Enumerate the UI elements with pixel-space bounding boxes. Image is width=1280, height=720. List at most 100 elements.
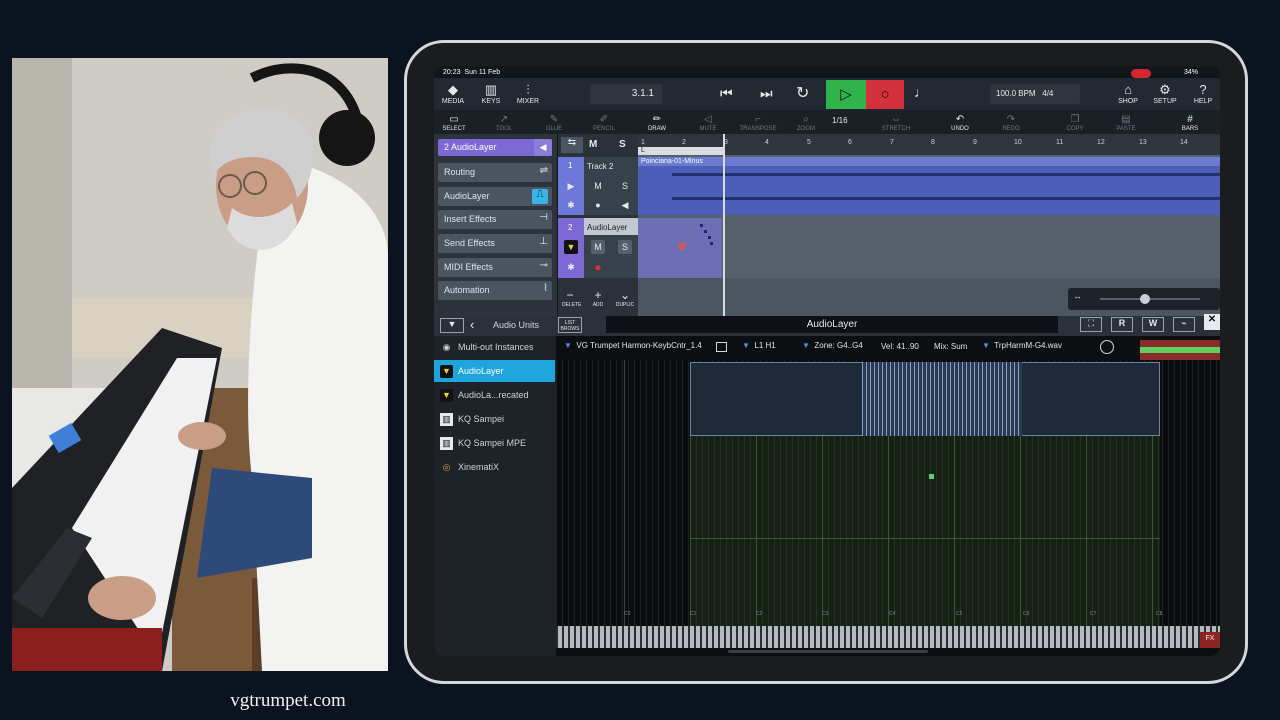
midi-note <box>710 242 713 245</box>
insert-effects-button[interactable]: Insert Effects ⊣ <box>438 210 552 229</box>
media-button[interactable]: ◆ MEDIA <box>436 82 470 105</box>
automation-curve-icon[interactable]: ⌁ <box>1173 317 1195 332</box>
panel-toggle-icon[interactable]: ▼ <box>440 318 464 333</box>
playhead[interactable] <box>723 134 725 316</box>
track-view-icon[interactable]: ⇆ <box>561 137 583 153</box>
octave-label: C7 <box>1090 611 1097 617</box>
pencil-tool[interactable]: ✐ PENCIL <box>584 114 624 132</box>
record-button[interactable]: ○ <box>866 80 904 109</box>
recording-indicator <box>1131 69 1151 78</box>
layer-selector[interactable]: ▼ L1 H1 <box>742 341 776 350</box>
track-1-monitor-icon[interactable]: ▶ <box>564 179 578 193</box>
track-2-solo[interactable]: S <box>618 240 632 254</box>
draw-tool[interactable]: ✏ DRAW <box>637 114 677 132</box>
select-tool[interactable]: ▭ SELECT <box>434 114 474 132</box>
duplicate-track-button[interactable]: ⌄ DUPLIC <box>614 289 636 309</box>
setup-button[interactable]: ⚙ SETUP <box>1148 82 1182 105</box>
save-icon[interactable] <box>716 342 727 352</box>
position-display[interactable]: 3.1.1 <box>590 84 662 104</box>
status-time: 20:23 Sun 11 Feb <box>443 69 501 76</box>
piano-keyboard[interactable] <box>556 626 1220 648</box>
shop-button[interactable]: ⌂ SHOP <box>1111 82 1145 105</box>
collapse-icon[interactable]: ◀ <box>534 139 552 156</box>
track-2-freeze-icon[interactable]: ✱ <box>564 260 578 274</box>
list-item[interactable]: ▼ AudioLayer <box>434 360 555 383</box>
list-item[interactable]: ▥ KQ Sampei MPE <box>434 432 555 455</box>
keys-button[interactable]: ▥ KEYS <box>474 82 508 105</box>
bars-button[interactable]: # BARS <box>1170 114 1210 132</box>
help-button[interactable]: ? HELP <box>1186 82 1220 105</box>
inspector-header[interactable]: 2 AudioLayer ◀ <box>438 139 552 156</box>
track-1-record-icon[interactable]: ● <box>591 198 605 212</box>
audiolayer-button[interactable]: AudioLayer ⎍ <box>438 187 552 206</box>
list-item[interactable]: ◉ Multi-out Instances <box>434 336 555 359</box>
midi-clip[interactable] <box>638 218 722 278</box>
mixer-button[interactable]: ⫶ MIXER <box>511 82 545 105</box>
forward-icon[interactable]: ⏭ <box>760 85 773 102</box>
selected-zone-region[interactable] <box>862 362 1022 436</box>
tempo-display[interactable]: 100.0 BPM 4/4 <box>990 84 1080 104</box>
add-track-button[interactable]: + ADD <box>590 289 606 309</box>
loop-range[interactable] <box>638 147 724 155</box>
zone-selector[interactable]: ▼ Zone: G4..G4 <box>802 341 863 350</box>
back-icon[interactable]: ‹ <box>470 317 474 332</box>
list-item[interactable]: ▼ AudioLa...recated <box>434 384 555 407</box>
undo-button[interactable]: ↶ UNDO <box>940 114 980 132</box>
plus-icon: + <box>594 288 602 302</box>
routing-button[interactable]: Routing ⇌ <box>438 163 552 182</box>
audio-clip[interactable]: Poinciana-01-Minus <box>638 157 1220 215</box>
track-2-monitor-icon[interactable]: ▼ <box>564 240 578 254</box>
loop-icon[interactable]: ↻ <box>796 83 809 103</box>
track-2-record-icon[interactable]: ● <box>591 260 605 274</box>
midi-note <box>708 236 711 239</box>
list-item[interactable]: ◎ XinematiX <box>434 456 555 479</box>
fx-button[interactable]: FX <box>1200 632 1220 648</box>
timeline-ruler[interactable]: L 1 2 3 4 5 6 7 8 9 10 11 12 13 14 <box>638 134 1220 155</box>
zoom-slider[interactable]: ↔ <box>1068 288 1220 310</box>
performer-photo <box>12 58 388 671</box>
rewind-icon[interactable]: ⏮ <box>720 85 733 102</box>
redo-button[interactable]: ↷ REDO <box>991 114 1031 132</box>
tool-2[interactable]: ↗ TOOL <box>484 114 524 132</box>
track-1-mute[interactable]: M <box>591 179 605 193</box>
midi-effects-button[interactable]: MIDI Effects ⊸ <box>438 258 552 277</box>
instrument-icon: ⎍ <box>532 189 548 204</box>
paste-button[interactable]: ▤ PASTE <box>1106 114 1146 132</box>
routing-icon: ⇌ <box>539 165 548 176</box>
list-browse-button[interactable]: LIST BROWS <box>558 317 582 333</box>
read-automation-button[interactable]: R <box>1111 317 1133 332</box>
fullscreen-icon[interactable]: ⛶ <box>1080 317 1102 332</box>
track-1-volume-icon[interactable]: ◀ <box>618 198 632 212</box>
track-1-number: 1 <box>568 161 573 170</box>
glue-tool[interactable]: ✎ GLUE <box>534 114 574 132</box>
bar-14: 14 <box>1180 139 1188 146</box>
global-mute-icon[interactable]: M <box>589 139 597 150</box>
preset-selector[interactable]: ▼ VG Trumpet Harmon-KeybCntr_1.4 <box>564 341 702 350</box>
close-icon[interactable]: ✕ <box>1204 314 1220 330</box>
gauge-icon[interactable] <box>1100 340 1114 354</box>
write-automation-button[interactable]: W <box>1142 317 1164 332</box>
play-button[interactable]: ▷ <box>826 80 866 109</box>
global-solo-icon[interactable]: S <box>619 139 626 150</box>
delete-track-button[interactable]: − DELETE <box>562 289 581 309</box>
transpose-tool[interactable]: ⌐ TRANSPOSE <box>738 114 778 132</box>
copy-button[interactable]: ❐ COPY <box>1055 114 1095 132</box>
key-zones[interactable] <box>690 436 1160 626</box>
track-1-solo[interactable]: S <box>618 179 632 193</box>
clip-title-bar <box>638 157 1220 166</box>
track-1-freeze-icon[interactable]: ✱ <box>564 198 578 212</box>
select-icon: ▭ <box>449 114 459 125</box>
track-2-mute[interactable]: M <box>591 240 605 254</box>
zone-marker[interactable] <box>929 474 934 479</box>
metronome-icon[interactable]: ♩ <box>914 84 928 100</box>
mute-tool[interactable]: ◁ MUTE <box>688 114 728 132</box>
mini-preview[interactable] <box>1140 340 1220 360</box>
automation-button[interactable]: Automation ⌇ <box>438 281 552 300</box>
send-effects-button[interactable]: Send Effects ⊥ <box>438 234 552 253</box>
stretch-tool[interactable]: ⇔ STRETCH <box>876 114 916 132</box>
list-item[interactable]: ▥ KQ Sampei <box>434 408 555 431</box>
zoom-tool[interactable]: ⌕ ZOOM <box>786 114 826 132</box>
zoom-slider-knob[interactable] <box>1140 294 1150 304</box>
sample-file-selector[interactable]: ▼ TrpHarmM-G4.wav <box>982 341 1062 350</box>
quantize-value[interactable]: 1/16 <box>832 116 848 125</box>
